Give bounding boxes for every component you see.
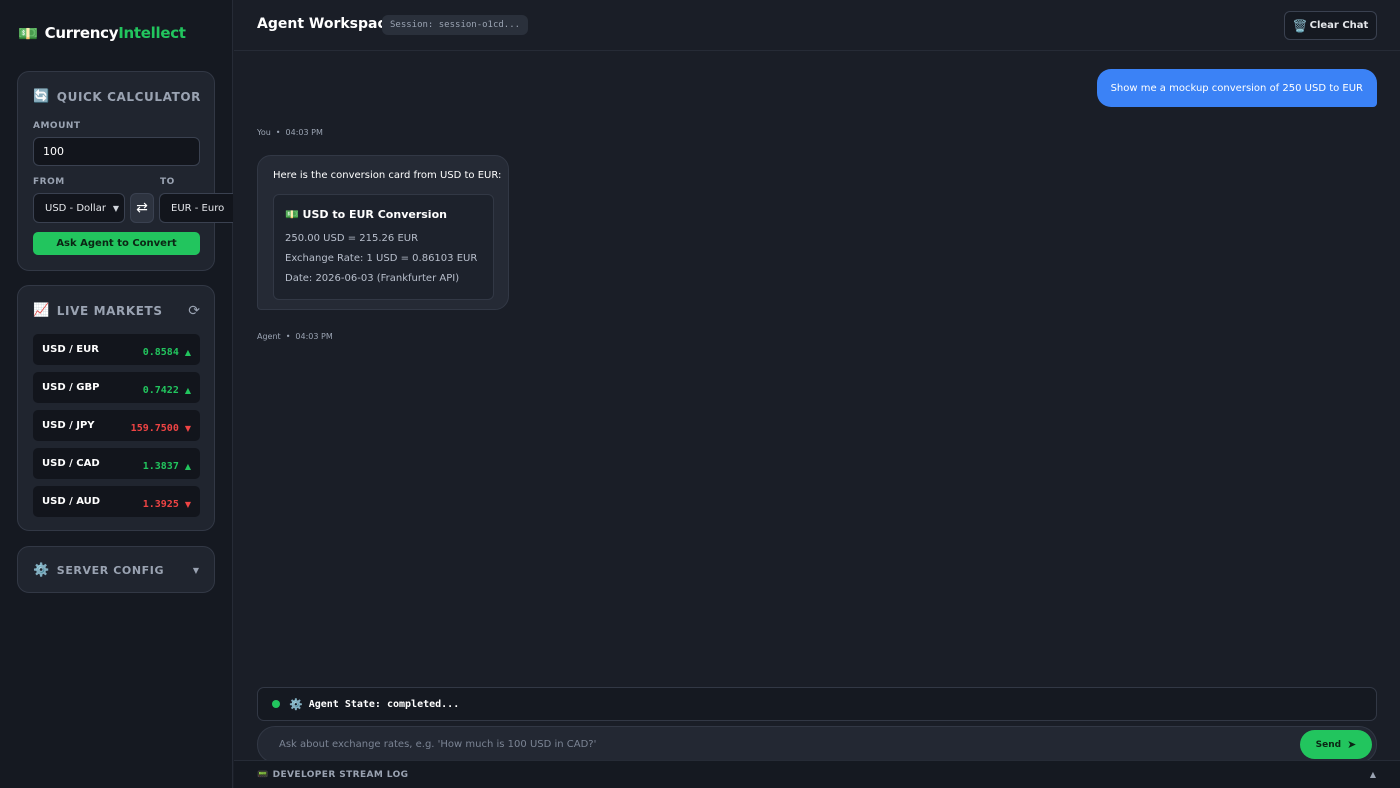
main-area: Agent Workspace Session: session-o1cd...…	[234, 0, 1400, 788]
user-message-bubble: Show me a mockup conversion of 250 USD t…	[1096, 69, 1377, 107]
server-config-title: ⚙️ SERVER CONFIG	[33, 563, 164, 578]
page-title: Agent Workspace	[257, 16, 396, 32]
to-currency-select[interactable]: EUR - Euro	[159, 193, 233, 223]
developer-stream-log-bar[interactable]: 📟 DEVELOPER STREAM LOG ▲	[234, 760, 1400, 788]
live-markets-card: 📈 LIVE MARKETS ⟳ USD / EUR 0.8584 ▲ USD / G…	[17, 285, 215, 531]
to-label: TO	[160, 177, 175, 187]
market-pair: USD / CAD	[42, 458, 100, 469]
market-pair: USD / EUR	[42, 344, 99, 355]
trash-icon: 🗑️	[1292, 18, 1308, 33]
from-currency-select[interactable]: USD - Dollar ▼	[33, 193, 125, 223]
agent-sender: Agent	[257, 332, 281, 341]
live-markets-title: 📈 LIVE MARKETS	[33, 303, 163, 318]
agent-message-meta: Agent • 04:03 PM	[257, 332, 333, 341]
market-row[interactable]: USD / AUD 1.3925 ▼	[33, 486, 200, 517]
market-rate-group: 0.8584 ▲	[143, 340, 191, 359]
market-rate-group: 1.3925 ▼	[143, 492, 191, 511]
chat-composer: Send ➤	[257, 726, 1377, 763]
market-rate-group: 0.7422 ▲	[143, 378, 191, 397]
meta-separator: •	[285, 332, 291, 341]
server-config-label: SERVER CONFIG	[56, 564, 165, 577]
clear-chat-label: Clear Chat	[1309, 20, 1369, 31]
market-rate: 1.3837	[142, 461, 179, 472]
quick-calculator-card: 🔄 QUICK CALCULATOR AMOUNT FROM TO USD - …	[17, 71, 233, 271]
money-icon: 💵	[18, 23, 38, 43]
agent-state-text: Agent State: completed...	[308, 698, 460, 710]
from-currency-value: USD - Dollar	[45, 202, 106, 214]
sidebar: 💵 Currency Intellect 🔄 QUICK CALCULATOR A…	[0, 0, 233, 788]
conversion-card: 💵 USD to EUR Conversion 250.00 USD = 215…	[273, 194, 494, 300]
to-currency-value: EUR - Euro	[171, 202, 225, 214]
conversion-card-title: 💵 USD to EUR Conversion	[285, 208, 447, 221]
market-rate: 0.7422	[142, 385, 179, 396]
pager-icon: 📟	[257, 770, 269, 780]
send-label: Send	[1315, 739, 1342, 750]
amount-input[interactable]	[33, 137, 200, 166]
chevron-down-icon: ▼	[112, 203, 119, 213]
trend-up-icon: ▲	[184, 462, 191, 471]
quick-calculator-title: 🔄 QUICK CALCULATOR	[33, 89, 201, 104]
refresh-cycle-icon: 🔄	[33, 89, 50, 104]
trend-up-icon: ▲	[184, 386, 191, 395]
market-rate-group: 159.7500 ▼	[131, 416, 191, 435]
brand-logo: 💵 Currency Intellect	[18, 22, 186, 44]
brand-name-part1: Currency	[44, 24, 119, 42]
market-row[interactable]: USD / CAD 1.3837 ▲	[33, 448, 200, 479]
user-message-meta: You • 04:03 PM	[257, 128, 323, 137]
live-markets-label: LIVE MARKETS	[56, 303, 163, 318]
chat-input[interactable]	[258, 727, 1288, 762]
refresh-icon[interactable]: ⟳	[188, 303, 200, 319]
market-rate: 159.7500	[130, 423, 179, 434]
swap-icon: ⇄	[136, 200, 148, 216]
market-row[interactable]: USD / JPY 159.7500 ▼	[33, 410, 200, 441]
market-row[interactable]: USD / EUR 0.8584 ▲	[33, 334, 200, 365]
market-pair: USD / AUD	[42, 496, 101, 507]
market-rate: 0.8584	[142, 347, 179, 358]
developer-log-title: 📟 DEVELOPER STREAM LOG	[257, 770, 408, 780]
developer-log-label: DEVELOPER STREAM LOG	[272, 770, 409, 780]
swap-currencies-button[interactable]: ⇄	[130, 193, 154, 223]
agent-timestamp: 04:03 PM	[295, 332, 333, 341]
trend-down-icon: ▼	[184, 500, 191, 509]
market-pair: USD / JPY	[42, 420, 95, 431]
header: Agent Workspace Session: session-o1cd...…	[234, 0, 1400, 51]
server-config-card[interactable]: ⚙️ SERVER CONFIG ▼	[17, 546, 215, 593]
chevron-down-icon[interactable]: ▼	[193, 566, 199, 575]
amount-label: AMOUNT	[33, 121, 81, 131]
market-row[interactable]: USD / GBP 0.7422 ▲	[33, 372, 200, 403]
ask-agent-convert-button[interactable]: Ask Agent to Convert	[33, 232, 200, 255]
chart-up-icon: 📈	[33, 303, 50, 318]
meta-separator: •	[275, 128, 281, 137]
rate-date: Date: 2026-06-03 (Frankfurter API)	[285, 273, 460, 284]
user-timestamp: 04:03 PM	[285, 128, 323, 137]
gear-icon: ⚙️	[289, 697, 303, 711]
agent-state-bar: ⚙️ Agent State: completed...	[257, 687, 1377, 721]
quick-calculator-label: QUICK CALCULATOR	[56, 89, 202, 104]
clear-chat-button[interactable]: 🗑️ Clear Chat	[1284, 11, 1377, 40]
agent-intro-text: Here is the conversion card from USD to …	[273, 170, 502, 181]
chevron-up-icon[interactable]: ▲	[1370, 770, 1376, 779]
market-rate: 1.3925	[142, 499, 179, 510]
from-label: FROM	[33, 177, 65, 187]
status-dot	[272, 700, 280, 708]
market-pair: USD / GBP	[42, 382, 100, 393]
agent-message-bubble: Here is the conversion card from USD to …	[257, 155, 509, 310]
conversion-result: 250.00 USD = 215.26 EUR	[285, 233, 419, 244]
brand-name-part2: Intellect	[118, 24, 186, 42]
send-arrow-icon: ➤	[1347, 738, 1357, 751]
trend-down-icon: ▼	[184, 424, 191, 433]
session-badge: Session: session-o1cd...	[382, 15, 529, 35]
send-button[interactable]: Send ➤	[1300, 730, 1372, 759]
gear-icon: ⚙️	[33, 563, 50, 578]
exchange-rate: Exchange Rate: 1 USD = 0.86103 EUR	[285, 253, 478, 264]
trend-up-icon: ▲	[184, 348, 191, 357]
user-sender: You	[257, 128, 271, 137]
market-rate-group: 1.3837 ▲	[143, 454, 191, 473]
